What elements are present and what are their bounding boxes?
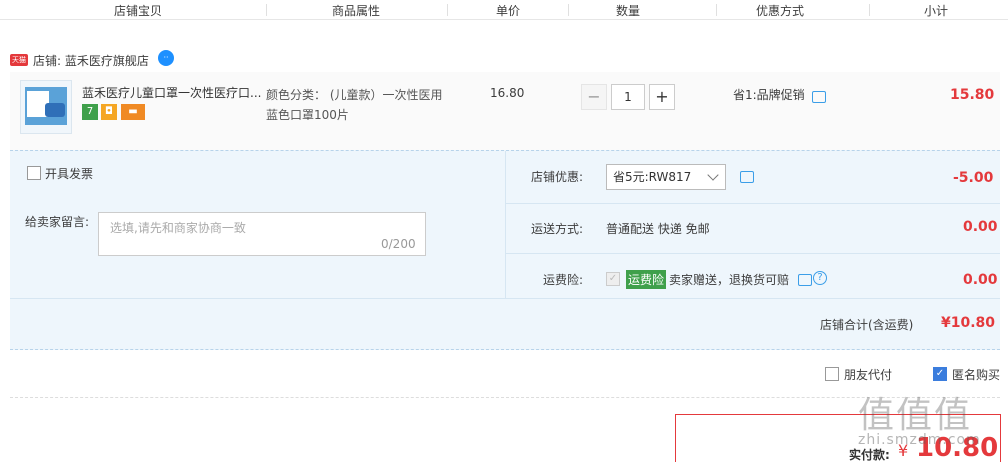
product-attr-line1: 颜色分类： (儿童款）一次性医用 (266, 88, 443, 102)
tmall-badge-icon: 天猫 (10, 54, 28, 66)
item-promotion: 省1:品牌促销 (733, 88, 805, 102)
anonymous-label: 匿名购买 (952, 368, 1001, 382)
header-separator (447, 4, 448, 16)
guarantee-icon[interactable]: ◘ (101, 104, 117, 120)
message-label: 给卖家留言: (25, 215, 90, 229)
col-attr: 商品属性 (332, 4, 381, 18)
seller-message-input[interactable]: 选填,请先和商家协商一致 0/200 (98, 212, 426, 256)
discount-comment-icon[interactable] (740, 171, 754, 183)
shop-total-amount: ¥10.80 (941, 315, 996, 331)
header-separator (869, 4, 870, 16)
header-separator (716, 4, 717, 16)
product-title-link[interactable]: 蓝禾医疗儿童口罩一次性医疗口... (82, 84, 268, 101)
insurance-comment-icon[interactable] (798, 274, 812, 286)
col-qty: 数量 (616, 4, 641, 18)
invoice-label: 开具发票 (45, 167, 94, 181)
unit-price: 16.80 (490, 86, 525, 100)
site-watermark-url: zhi.smzdm.com (858, 432, 981, 448)
insurance-tag: 运费险 (626, 270, 667, 289)
shop-discount-select[interactable]: 省5元:RW817 (606, 164, 726, 190)
item-subtotal: 15.80 (950, 87, 995, 103)
seven-day-return-icon[interactable]: 7 (82, 104, 98, 120)
shop-discount-amount: -5.00 (953, 170, 994, 186)
anonymous-checkbox[interactable]: ✓ (933, 367, 947, 381)
wangwang-chat-icon[interactable]: ·· (158, 50, 174, 66)
product-attr-line2: 蓝色口罩100片 (266, 108, 349, 122)
insurance-amount: 0.00 (963, 272, 998, 288)
qty-plus-button[interactable]: + (649, 84, 675, 110)
shipping-amount: 0.00 (963, 219, 998, 235)
shipping-value: 普通配送 快递 免邮 (606, 222, 710, 236)
promotion-comment-icon[interactable] (812, 91, 826, 103)
friend-pay-checkbox[interactable] (825, 367, 839, 381)
header-separator (568, 4, 569, 16)
message-placeholder: 选填,请先和商家协商一致 (110, 221, 246, 235)
cart-item-row: 蓝禾医疗儿童口罩一次性医疗口... 7 ◘ ▬ 颜色分类： (儿童款）一次性医用… (10, 72, 1000, 150)
product-thumbnail[interactable] (20, 80, 72, 134)
col-discount: 优惠方式 (756, 4, 805, 18)
shop-total-label: 店铺合计(含运费) (820, 318, 914, 332)
message-counter: 0/200 (381, 237, 416, 251)
shop-discount-selected: 省5元:RW817 (613, 170, 692, 184)
insurance-value: 卖家赠送，退换货可赔 (669, 273, 790, 287)
shop-name-link[interactable]: 店铺: 蓝禾医疗旗舰店 (33, 52, 149, 69)
insurance-checkbox[interactable]: ✓ (606, 272, 620, 286)
col-shop-item: 店铺宝贝 (114, 4, 163, 18)
header-separator (266, 4, 267, 16)
pay-label: 实付款: (849, 448, 890, 462)
chevron-down-icon (707, 169, 719, 181)
shipping-label: 运送方式: (531, 222, 584, 236)
friend-pay-label: 朋友代付 (844, 368, 893, 382)
col-subtotal: 小计 (924, 4, 949, 18)
insurance-label: 运费险: (543, 273, 584, 287)
qty-minus-button[interactable]: − (581, 84, 607, 110)
col-price: 单价 (496, 4, 521, 18)
table-header: 店铺宝贝 商品属性 单价 数量 优惠方式 小计 (0, 0, 1008, 20)
credit-card-icon[interactable]: ▬ (121, 104, 145, 120)
invoice-checkbox[interactable] (27, 166, 41, 180)
qty-input[interactable]: 1 (611, 84, 645, 110)
help-icon[interactable]: ? (813, 271, 827, 285)
shop-discount-label: 店铺优惠: (531, 170, 584, 184)
